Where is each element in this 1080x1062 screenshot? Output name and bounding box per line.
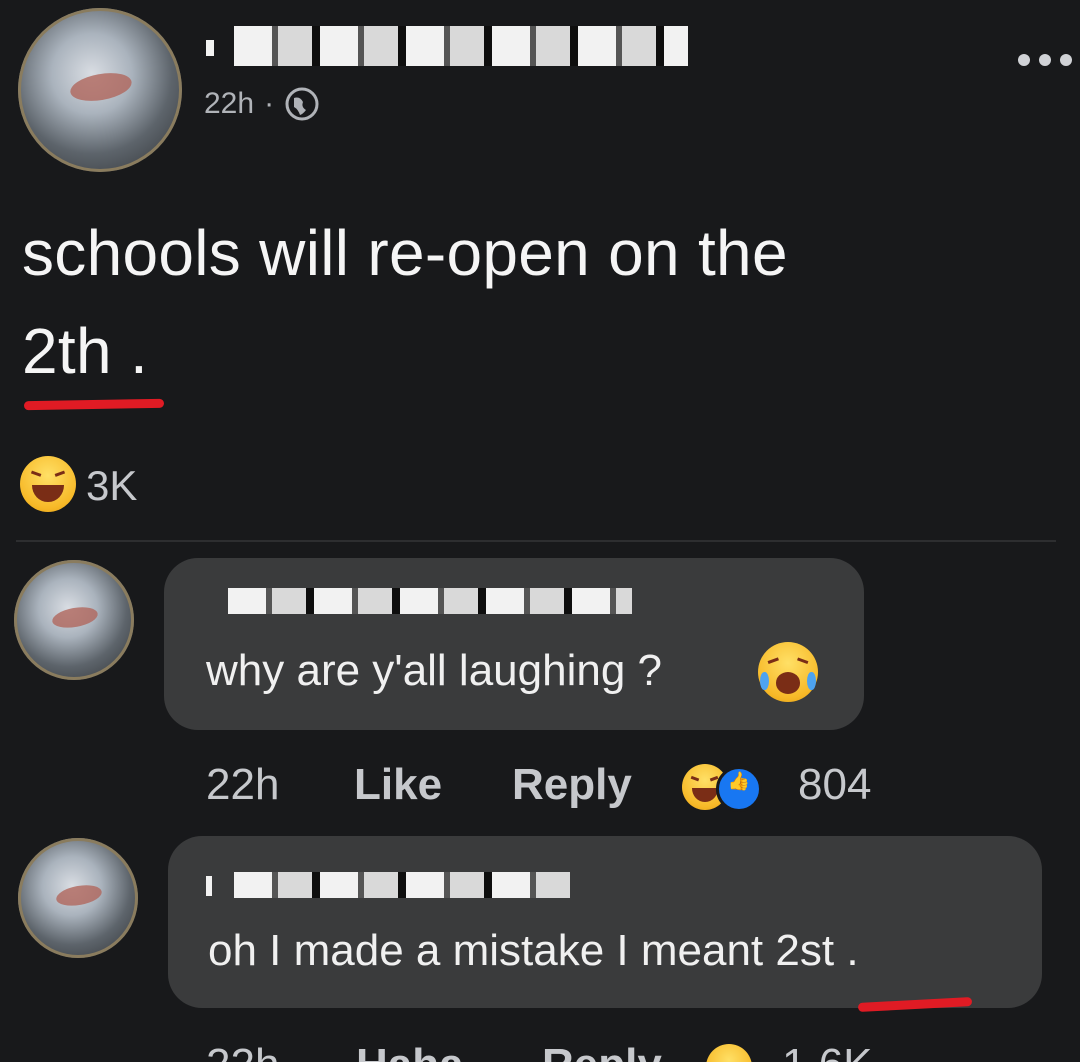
- post-text-line-1: schools will re-open on the: [22, 217, 788, 289]
- comment-1-text-content: why are y'all laughing ?: [206, 646, 663, 695]
- crying-face-icon: [758, 642, 818, 702]
- comment-1-avatar[interactable]: [14, 560, 134, 680]
- post-text-period: .: [111, 315, 149, 387]
- more-options-icon[interactable]: [1018, 50, 1080, 70]
- comment-2-bubble: oh I made a mistake I meant 2st .: [168, 836, 1042, 1008]
- post-text-line-2: 2th .: [22, 310, 148, 392]
- comment-1-text: why are y'all laughing ?: [206, 646, 662, 696]
- comment-2-text: oh I made a mistake I meant 2st .: [208, 926, 859, 976]
- comment-2-author-redacted[interactable]: [206, 872, 570, 898]
- post-timestamp[interactable]: 22h: [204, 87, 254, 121]
- globe-icon: [284, 86, 320, 122]
- comment-1-time[interactable]: 22h: [206, 760, 279, 810]
- comment-2-text-prefix: oh I made a mistake I meant: [208, 926, 776, 975]
- like-icon: [716, 766, 762, 812]
- red-underline-marker: [23, 398, 165, 411]
- comment-1-bubble: why are y'all laughing ?: [164, 558, 864, 730]
- comment-2-avatar[interactable]: [18, 838, 138, 958]
- haha-icon: [20, 456, 76, 512]
- comment-2-haha-button[interactable]: Haha: [356, 1040, 464, 1062]
- comment-1-reactions[interactable]: 804: [682, 760, 902, 816]
- comment-1-author-redacted[interactable]: [228, 588, 632, 614]
- comment-1-reaction-count: 804: [798, 760, 872, 809]
- post-author-name-redacted[interactable]: [206, 26, 688, 66]
- post-text-mistake: 2th: [22, 315, 112, 387]
- post-meta: 22h ·: [204, 86, 320, 122]
- comment-2-time[interactable]: 22h: [206, 1040, 279, 1062]
- comment-2-actions: 22h Haha Reply 1.6K: [206, 1040, 906, 1062]
- post-reaction-count: 3K: [86, 462, 138, 509]
- meta-separator: ·: [264, 87, 275, 120]
- post-author-avatar[interactable]: [18, 8, 182, 172]
- comment-2-reaction-count: 1.6K: [782, 1040, 873, 1062]
- comment-2-reply-button[interactable]: Reply: [542, 1040, 662, 1062]
- comment-1-like-button[interactable]: Like: [354, 760, 442, 810]
- divider: [16, 540, 1056, 542]
- haha-icon: [706, 1044, 752, 1062]
- comment-2-text-period: .: [834, 926, 859, 975]
- comment-2-text-correction: 2st: [775, 926, 835, 975]
- post-reactions[interactable]: 3K: [20, 454, 220, 516]
- comment-1-reply-button[interactable]: Reply: [512, 760, 632, 810]
